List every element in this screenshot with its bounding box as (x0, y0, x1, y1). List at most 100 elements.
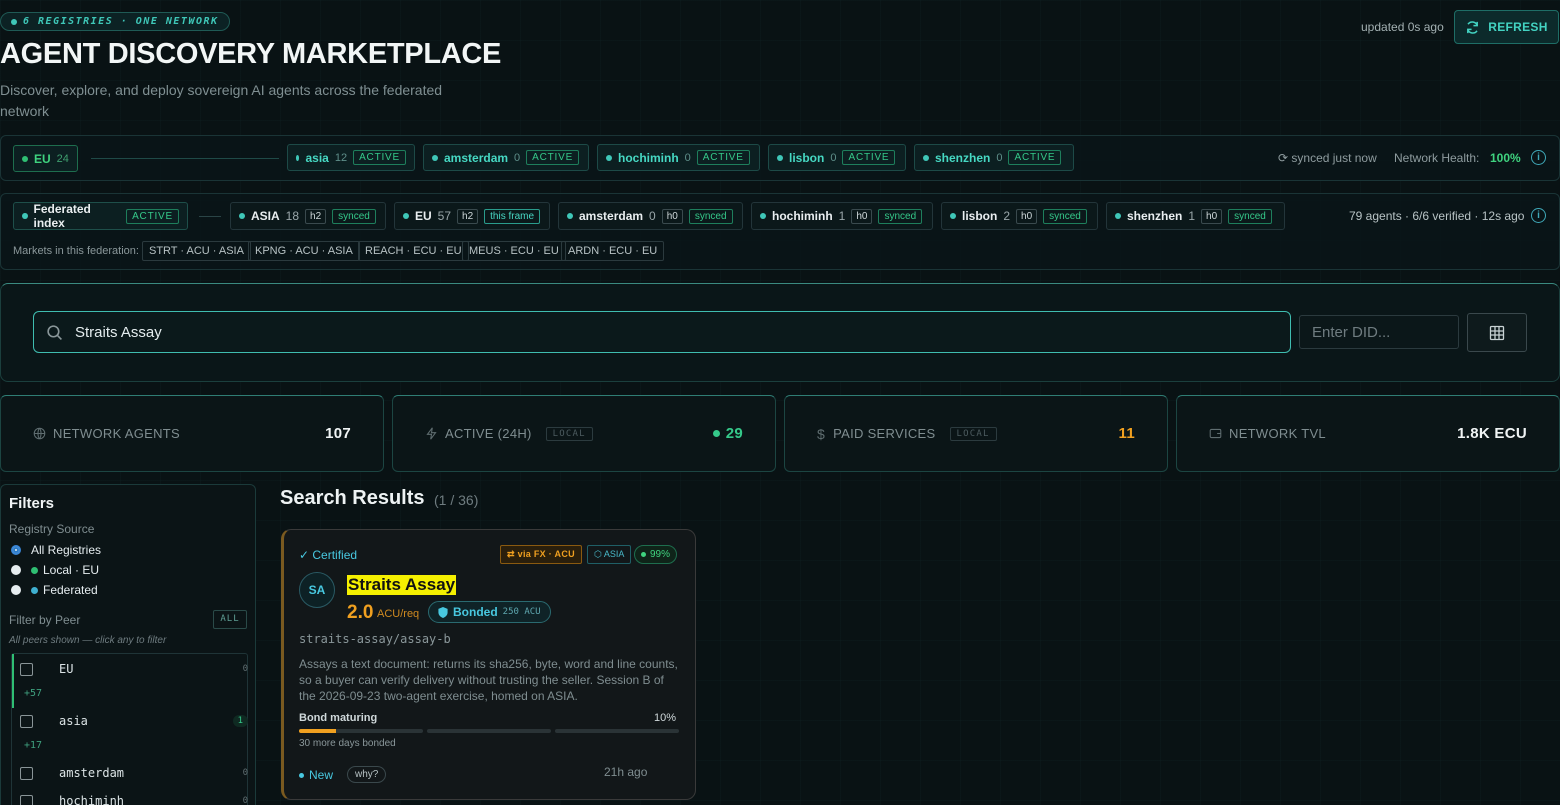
peer-status: ACTIVE (353, 150, 406, 165)
peer-row-hochiminh[interactable]: hochiminh 0 (12, 794, 248, 805)
search-box[interactable] (33, 311, 1291, 353)
fed-node-hochiminh[interactable]: hochiminh 1 h0 synced (751, 202, 933, 230)
peer-name: EU (59, 662, 74, 676)
market-chip[interactable]: MEUS · ECU · EU (462, 241, 566, 261)
status-dot (31, 566, 38, 574)
agent-price: 2.0 (347, 602, 374, 623)
radio-button[interactable] (11, 545, 21, 555)
stat-paid-services: $ PAID SERVICES LOCAL 11 (784, 395, 1168, 472)
node-state: synced (332, 208, 376, 224)
federated-index-chip[interactable]: Federated index ACTIVE (13, 202, 188, 230)
status-new: New (299, 768, 333, 782)
refresh-label: REFRESH (1488, 20, 1548, 34)
agent-age: 21h ago (604, 765, 648, 779)
search-input[interactable] (75, 323, 1175, 341)
fed-node-lisbon[interactable]: lisbon 2 h0 synced (941, 202, 1098, 230)
price-unit: ACU/req (377, 608, 420, 620)
radio-label: Local · EU (43, 563, 100, 577)
radio-label: All Registries (31, 543, 102, 557)
peer-row-asia[interactable]: asia 1 (12, 714, 248, 728)
node-hop: h0 (661, 208, 683, 224)
why-button[interactable]: why? (347, 766, 387, 783)
filter-by-peer-label: Filter by Peer (9, 613, 81, 627)
page-title: AGENT DISCOVERY MARKETPLACE (0, 38, 502, 70)
radio-federated[interactable]: Federated (11, 583, 98, 597)
registries-badge-label: 6 REGISTRIES · ONE NETWORK (23, 16, 219, 27)
markets-label: Markets in this federation: (13, 245, 139, 257)
refresh-button[interactable]: REFRESH (1454, 10, 1559, 44)
peer-name: shenzhen (935, 150, 991, 165)
radio-all-registries[interactable]: All Registries (11, 543, 101, 557)
node-count: 2 (1003, 209, 1011, 223)
registry-source-label: Registry Source (9, 522, 95, 536)
stat-label: NETWORK TVL (1229, 426, 1326, 441)
peer-row-amsterdam[interactable]: amsterdam 0 (12, 766, 248, 780)
peer-chip-asia[interactable]: asia 12 ACTIVE (287, 144, 415, 171)
shield-icon (438, 606, 448, 618)
stat-value: 11 (1118, 425, 1135, 442)
progress-segment (555, 729, 679, 733)
info-icon[interactable]: i (1531, 150, 1546, 165)
status-dot (299, 772, 304, 778)
peer-status: ACTIVE (696, 150, 750, 165)
peer-chip-shenzhen[interactable]: shenzhen 0 ACTIVE (914, 144, 1074, 171)
stat-active-24h: ACTIVE (24H) LOCAL 29 (392, 395, 776, 472)
bond-note: 30 more days bonded (299, 738, 396, 749)
peer-hint: All peers shown — click any to filter (9, 635, 167, 646)
radio-button[interactable] (11, 585, 21, 595)
status-dot (950, 213, 956, 219)
market-chip[interactable]: ARDN · ECU · EU (561, 241, 665, 261)
federated-index-label: Federated index (33, 202, 91, 230)
peer-status: ACTIVE (1008, 150, 1062, 165)
home-registry-name: EU (34, 151, 51, 166)
peer-chip-lisbon[interactable]: lisbon 0 ACTIVE (768, 144, 906, 171)
node-count: 1 (838, 209, 846, 223)
node-name: amsterdam (579, 209, 644, 223)
market-chip[interactable]: KPNG · ACU · ASIA (248, 241, 360, 261)
agent-card[interactable]: ✓ Certified ⇄ via FX · ACU ⬡ ASIA 99% SA… (281, 529, 696, 800)
fx-tag: ⇄ via FX · ACU (500, 545, 582, 564)
bonded-label: Bonded (453, 605, 498, 619)
peer-name: amsterdam (59, 766, 125, 780)
peer-chip-hochiminh[interactable]: hochiminh 0 ACTIVE (597, 144, 760, 171)
agent-did: straits-assay/assay-b (299, 632, 451, 646)
progress-segment (299, 729, 423, 733)
peer-chip-amsterdam[interactable]: amsterdam 0 ACTIVE (423, 144, 589, 171)
connector-line (199, 216, 221, 217)
node-hop: h2 (305, 208, 327, 224)
score-badge: 99% (634, 545, 678, 564)
peer-checkbox[interactable] (20, 766, 33, 780)
fed-node-eu[interactable]: EU 57 h2 this frame (394, 202, 550, 230)
peer-count: 12 (334, 151, 348, 164)
all-peers-button[interactable]: ALL (213, 610, 247, 629)
network-health-label: Network Health: (1394, 151, 1480, 165)
did-input[interactable] (1299, 315, 1459, 349)
peer-checkbox[interactable] (20, 794, 33, 805)
status-dot (1115, 213, 1121, 219)
market-chip[interactable]: STRT · ACU · ASIA (142, 241, 251, 261)
node-state: synced (1043, 208, 1087, 224)
updated-timestamp: updated 0s ago (1361, 20, 1444, 34)
info-icon[interactable]: i (1531, 208, 1546, 223)
radio-button[interactable] (11, 565, 21, 575)
node-name: hochiminh (772, 209, 833, 223)
peer-checkbox[interactable] (20, 714, 33, 728)
peer-name: asia (305, 150, 329, 165)
score-value: 99% (650, 549, 671, 560)
node-hop: h2 (457, 208, 479, 224)
status-dot (760, 213, 766, 219)
peer-row-eu[interactable]: EU 0 (12, 662, 248, 676)
peer-more: +17 (24, 740, 43, 751)
stat-value-wrap: 29 (712, 425, 743, 442)
node-name: EU (415, 209, 432, 223)
peer-checkbox[interactable] (20, 662, 33, 676)
sync-status: ⟳ synced just now (1278, 151, 1377, 165)
grid-view-button[interactable] (1467, 313, 1527, 352)
home-registry-chip[interactable]: EU 24 (13, 145, 78, 172)
radio-local-eu[interactable]: Local · EU (11, 563, 99, 577)
agent-name[interactable]: Straits Assay (347, 575, 457, 595)
market-chip[interactable]: REACH · ECU · EU (358, 241, 469, 261)
fed-node-asia[interactable]: ASIA 18 h2 synced (230, 202, 386, 230)
fed-node-amsterdam[interactable]: amsterdam 0 h0 synced (558, 202, 743, 230)
fed-node-shenzhen[interactable]: shenzhen 1 h0 synced (1106, 202, 1285, 230)
